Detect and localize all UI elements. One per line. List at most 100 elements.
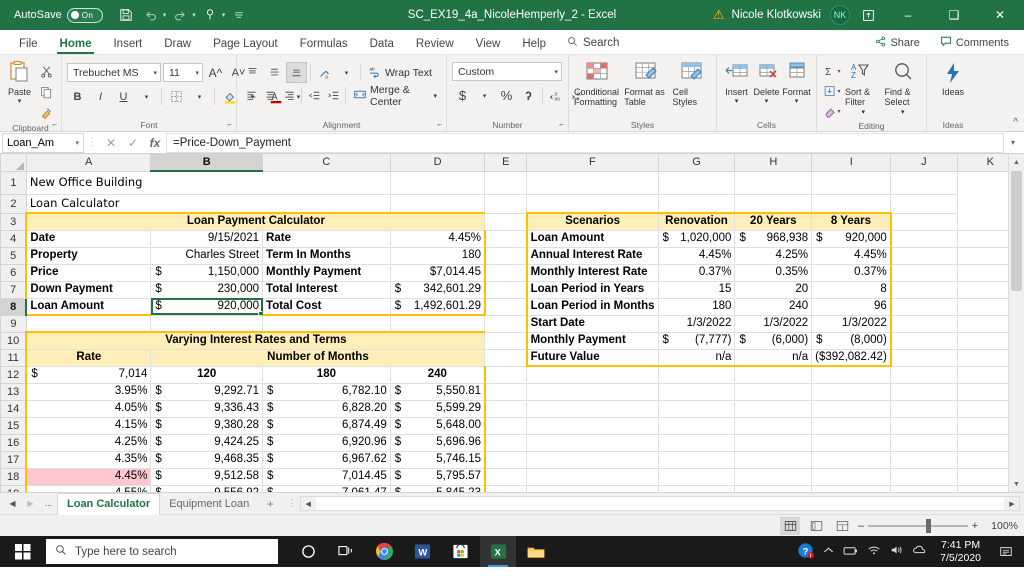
- cell-A7-down-payment-label[interactable]: Down Payment: [25, 281, 152, 299]
- varying-180-cell[interactable]: $6,782.10: [262, 383, 391, 401]
- cell-C12-months-180[interactable]: 180: [262, 366, 391, 384]
- cell-G11-value[interactable]: n/a: [658, 349, 736, 367]
- cell-E[interactable]: [484, 383, 528, 401]
- comma-style-icon[interactable]: ʔ: [518, 85, 539, 106]
- cell-G12[interactable]: [658, 366, 736, 384]
- varying-240-cell[interactable]: $5,795.57: [390, 468, 486, 486]
- clipboard-dialog-launcher-icon[interactable]: ⌐: [52, 120, 57, 129]
- increase-decimal-icon[interactable]: .0.00: [546, 85, 567, 106]
- next-sheet-icon[interactable]: ▶: [22, 495, 39, 513]
- cell-G[interactable]: [658, 485, 736, 492]
- insert-cells-button[interactable]: Insert ▾: [722, 60, 751, 106]
- cell-E9[interactable]: [484, 315, 528, 333]
- column-header-G[interactable]: G: [657, 154, 736, 172]
- page-layout-view-icon[interactable]: [806, 517, 826, 535]
- conditional-formatting-button[interactable]: Conditional Formatting: [574, 60, 620, 108]
- varying-rate-cell[interactable]: 4.25%: [25, 434, 152, 452]
- cell-J4[interactable]: [890, 230, 958, 248]
- cell-J11[interactable]: [890, 349, 958, 367]
- underline-caret-icon[interactable]: ▾: [136, 86, 157, 107]
- cell-G[interactable]: [658, 451, 736, 469]
- cell-A3-lpc-header[interactable]: Loan Payment Calculator: [25, 212, 486, 231]
- cell-A10-varying-header[interactable]: Varying Interest Rates and Terms: [25, 331, 486, 350]
- cell-B8-selected[interactable]: $920,000: [150, 298, 264, 316]
- column-header-A[interactable]: A: [25, 154, 152, 172]
- cell-G[interactable]: [658, 400, 736, 418]
- cell-J[interactable]: [890, 417, 958, 435]
- cell-I5-value[interactable]: 4.45%: [811, 247, 892, 265]
- cell-H[interactable]: [734, 485, 813, 492]
- ribbon-display-options-icon[interactable]: [852, 0, 884, 30]
- maximize-button[interactable]: ❑: [932, 0, 976, 30]
- column-header-C[interactable]: C: [262, 154, 391, 172]
- customize-qat-icon[interactable]: [228, 4, 250, 26]
- borders-caret-icon[interactable]: ▾: [189, 86, 210, 107]
- delete-caret-icon[interactable]: ▾: [765, 98, 769, 106]
- file-explorer-icon[interactable]: [518, 536, 554, 567]
- varying-240-cell[interactable]: $5,599.29: [390, 400, 486, 418]
- column-header-D[interactable]: D: [389, 154, 486, 172]
- varying-120-cell[interactable]: $9,468.35: [150, 451, 264, 469]
- onedrive-sync-icon[interactable]: [913, 544, 927, 559]
- cell-B5-property-value[interactable]: Charles Street: [150, 247, 264, 265]
- chrome-icon[interactable]: [366, 536, 402, 567]
- varying-180-cell[interactable]: $7,014.45: [262, 468, 391, 486]
- paste-button[interactable]: Paste ▾: [5, 60, 34, 106]
- varying-rate-cell[interactable]: 4.35%: [25, 451, 152, 469]
- percent-style-icon[interactable]: %: [496, 85, 517, 106]
- row-header-4[interactable]: 4: [0, 229, 27, 248]
- cell-E8[interactable]: [484, 298, 528, 316]
- font-dialog-launcher-icon[interactable]: ⌐: [227, 120, 232, 129]
- cell-C7-total-interest-label[interactable]: Total Interest: [262, 281, 391, 299]
- cell-A8-loan-amount-label[interactable]: Loan Amount: [25, 298, 152, 316]
- volume-icon[interactable]: [890, 544, 904, 559]
- cell-J[interactable]: [890, 400, 958, 418]
- cell-I[interactable]: [811, 451, 892, 469]
- cell-G[interactable]: [658, 468, 736, 486]
- align-top-icon[interactable]: [242, 62, 263, 83]
- wrap-text-button[interactable]: ab Wrap Text: [364, 62, 436, 83]
- varying-rate-cell[interactable]: 4.55%: [25, 485, 152, 492]
- start-button[interactable]: [0, 536, 46, 567]
- close-button[interactable]: ✕: [978, 0, 1022, 30]
- row-header-5[interactable]: 5: [0, 246, 27, 265]
- cell-J5[interactable]: [890, 247, 958, 265]
- row-header-12[interactable]: 12: [0, 365, 27, 384]
- autosave-control[interactable]: AutoSave On: [14, 7, 103, 23]
- orientation-caret-icon[interactable]: ▾: [336, 62, 357, 83]
- font-name-combo[interactable]: Trebuchet MS ▾: [67, 63, 161, 82]
- sheet-tab-equipment-loan[interactable]: Equipment Loan: [160, 493, 258, 514]
- cell-F[interactable]: [526, 468, 659, 486]
- varying-120-cell[interactable]: $9,380.28: [150, 417, 264, 435]
- taskbar-clock[interactable]: 7:41 PM 7/5/2020: [936, 539, 985, 563]
- font-size-combo[interactable]: 11 ▾: [163, 63, 203, 82]
- cell-D12-months-240[interactable]: 240: [390, 366, 486, 384]
- insert-function-icon[interactable]: fx: [144, 133, 166, 153]
- cell-F[interactable]: [526, 434, 659, 452]
- notifications-icon[interactable]: [994, 536, 1018, 567]
- cell-F12[interactable]: [526, 366, 659, 384]
- cell-E10[interactable]: [484, 332, 528, 350]
- varying-180-cell[interactable]: $6,874.49: [262, 417, 391, 435]
- tab-data[interactable]: Data: [359, 35, 405, 54]
- cell-F11-scenario-label[interactable]: Future Value: [525, 349, 659, 367]
- italic-button[interactable]: I: [90, 86, 111, 107]
- cell-F[interactable]: [526, 451, 659, 469]
- scroll-right-arrow-icon[interactable]: ▶: [1005, 497, 1019, 510]
- redo-dropdown-caret[interactable]: ▾: [192, 11, 196, 19]
- cell-E5[interactable]: [484, 247, 528, 265]
- collapse-ribbon-icon[interactable]: ^: [1013, 117, 1018, 128]
- ideas-button[interactable]: Ideas: [933, 60, 973, 97]
- excel-icon[interactable]: X: [480, 536, 516, 567]
- cell-E[interactable]: [484, 485, 528, 492]
- cell-G1[interactable]: [526, 171, 659, 195]
- zoom-in-button[interactable]: +: [972, 520, 978, 532]
- cell-C8-total-cost-label[interactable]: Total Cost: [262, 298, 391, 316]
- cell-G7-value[interactable]: 15: [658, 281, 736, 299]
- cell-I6-value[interactable]: 0.37%: [811, 264, 892, 282]
- cell-I9-value[interactable]: 1/3/2022: [811, 315, 892, 333]
- cell-G9-value[interactable]: 1/3/2022: [658, 315, 736, 333]
- bold-button[interactable]: B: [67, 86, 88, 107]
- taskbar-search[interactable]: Type here to search: [46, 539, 278, 564]
- orientation-icon[interactable]: a: [314, 62, 335, 83]
